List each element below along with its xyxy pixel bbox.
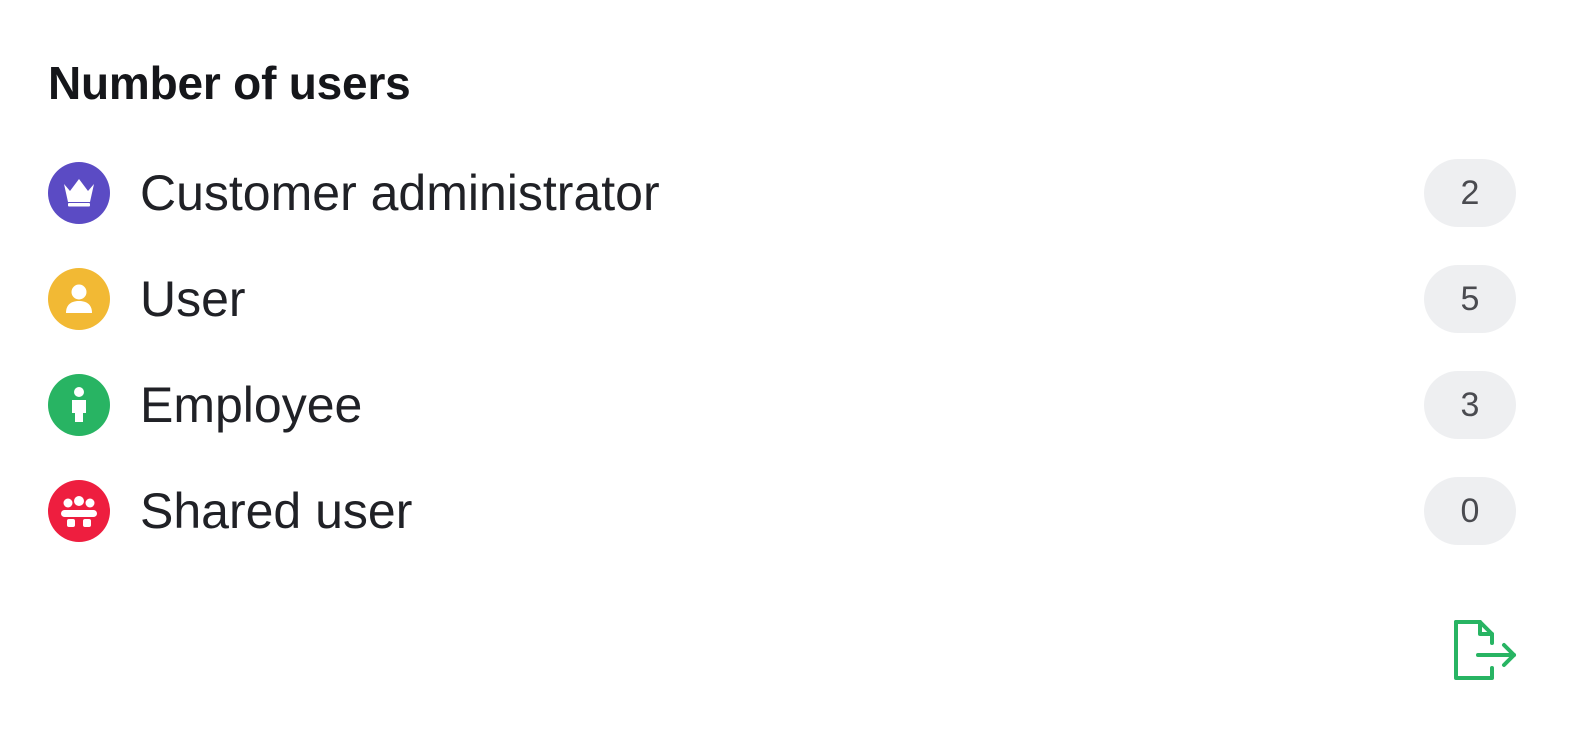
count-badge: 5 <box>1424 265 1516 333</box>
role-label: Employee <box>140 377 363 433</box>
count-badge: 0 <box>1424 477 1516 545</box>
user-icon <box>48 268 110 330</box>
role-label: Customer administrator <box>140 165 660 221</box>
count-badge: 3 <box>1424 371 1516 439</box>
role-row-employee: Employee 3 <box>48 352 1516 458</box>
role-row-user: User 5 <box>48 246 1516 352</box>
role-row-shared-user: Shared user 0 <box>48 458 1516 564</box>
count-badge: 2 <box>1424 159 1516 227</box>
user-role-list: Customer administrator 2 User 5 Employee… <box>48 140 1516 564</box>
group-icon <box>48 480 110 542</box>
role-row-customer-administrator: Customer administrator 2 <box>48 140 1516 246</box>
role-label: Shared user <box>140 483 413 539</box>
employee-icon <box>48 374 110 436</box>
role-label: User <box>140 271 246 327</box>
card-title: Number of users <box>48 57 411 109</box>
export-button[interactable] <box>1446 612 1522 688</box>
user-count-card: Number of users Customer administrator 2 <box>0 0 1580 746</box>
file-export-icon <box>1446 612 1522 688</box>
crown-icon <box>48 162 110 224</box>
